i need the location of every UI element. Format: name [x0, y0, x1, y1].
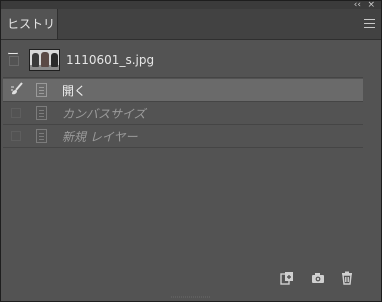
- panel-tab-bar: ヒストリー: [1, 9, 381, 61]
- document-icon: [36, 129, 47, 143]
- history-brush-icon[interactable]: [10, 82, 24, 96]
- tab-history[interactable]: ヒストリー: [1, 9, 58, 61]
- snapshot-source-checkbox[interactable]: [9, 56, 19, 66]
- history-panel: ‹‹ × ヒストリー 1110601_s.jpg 開く カンバスサイズ 新規 レ…: [0, 0, 382, 302]
- history-brush-source-checkbox[interactable]: [11, 108, 21, 118]
- history-state-label: 新規 レイヤー: [62, 130, 138, 144]
- history-state-label: 開く: [62, 84, 87, 98]
- snapshot-label: 1110601_s.jpg: [66, 53, 155, 67]
- snapshot-thumbnail: [29, 49, 60, 71]
- document-icon: [36, 83, 47, 97]
- history-state-label: カンバスサイズ: [62, 107, 146, 121]
- resize-grip-icon[interactable]: [171, 296, 211, 299]
- camera-icon[interactable]: [311, 271, 325, 285]
- divider: [3, 77, 363, 78]
- document-icon: [36, 106, 47, 120]
- new-document-from-state-icon[interactable]: [280, 271, 294, 285]
- snapshot-row[interactable]: 1110601_s.jpg: [3, 47, 363, 77]
- panel-menu-icon[interactable]: [364, 19, 375, 28]
- history-brush-source-checkbox[interactable]: [11, 131, 21, 141]
- history-state-row[interactable]: 開く: [3, 79, 363, 101]
- trash-icon[interactable]: [340, 271, 354, 285]
- history-state-row[interactable]: カンバスサイズ: [3, 102, 363, 124]
- panel-title-bar: ‹‹ ×: [1, 0, 381, 10]
- divider: [3, 147, 363, 148]
- history-state-row[interactable]: 新規 レイヤー: [3, 125, 363, 147]
